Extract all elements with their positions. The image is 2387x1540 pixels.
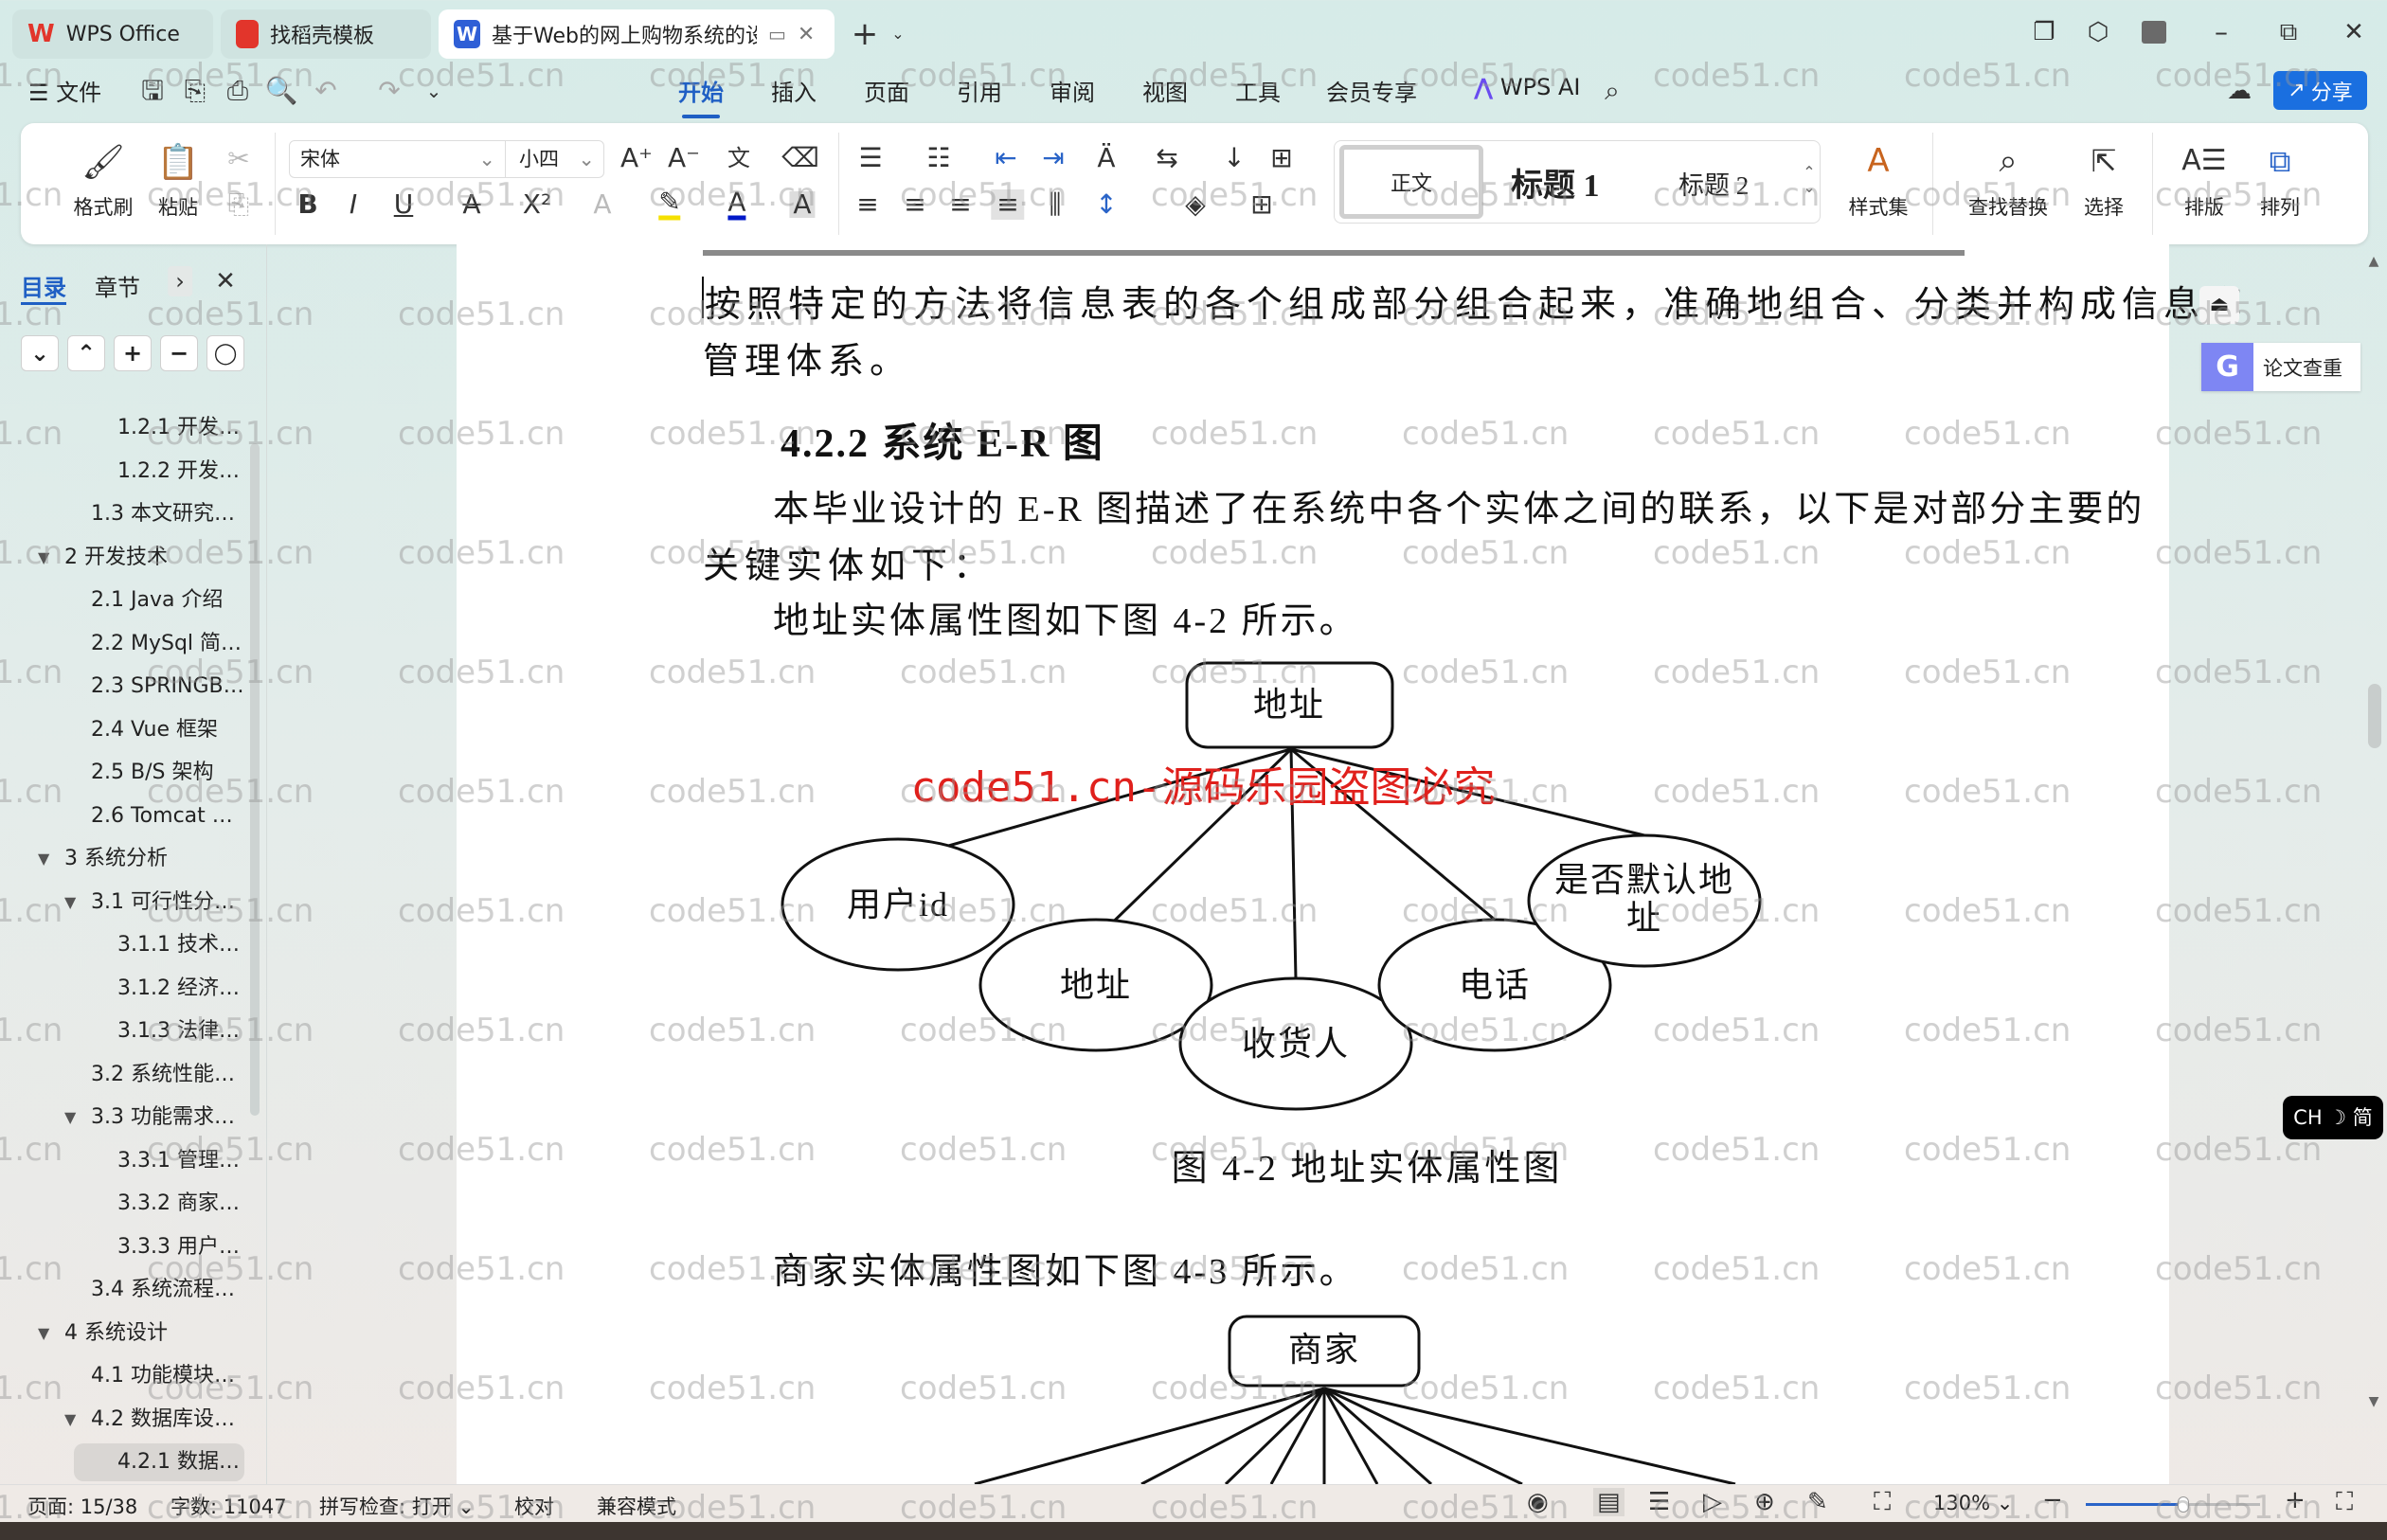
- er-label: 是否默认地址: [1554, 861, 1735, 937]
- outline-view-icon[interactable]: ☰: [1648, 1488, 1670, 1516]
- zoom-level-select[interactable]: 130% ⌄: [1933, 1492, 2013, 1514]
- zoom-slider[interactable]: [2086, 1496, 2260, 1513]
- proofread-button[interactable]: 校对: [514, 1492, 554, 1520]
- word-count[interactable]: 字数: 11047: [170, 1492, 287, 1520]
- pen-icon[interactable]: ✎: [1807, 1488, 1828, 1516]
- fit-page-icon[interactable]: ⛶: [1874, 1488, 1891, 1517]
- web-view-icon[interactable]: ⊕: [1754, 1488, 1775, 1516]
- paragraph-line[interactable]: 商家实体属性图如下图 4-3 所示。: [773, 1242, 1358, 1294]
- plagiarism-check-label: 论文查重: [2263, 356, 2342, 380]
- copyright-stamp: code51.cn-源码乐园盗图必究: [910, 763, 1496, 812]
- zoom-slider-thumb[interactable]: [2178, 1496, 2190, 1513]
- scroll-top-icon[interactable]: ▲: [2369, 255, 2379, 268]
- er-label: 商家: [1287, 1331, 1360, 1369]
- plagiarism-check-button[interactable]: G 论文查重: [2201, 343, 2360, 391]
- relation-line: [1323, 1387, 1432, 1484]
- er-label: 地址: [1059, 966, 1132, 1004]
- page-view-icon[interactable]: ▤: [1593, 1488, 1624, 1516]
- scroll-down-icon[interactable]: ▼: [2369, 1395, 2379, 1408]
- er-label: 电话: [1458, 966, 1531, 1004]
- er-label: 用户id: [846, 886, 949, 923]
- zoom-out-icon[interactable]: −: [2042, 1486, 2063, 1514]
- zoom-slider-fill: [2086, 1503, 2184, 1506]
- eye-protection-icon[interactable]: ◉: [1527, 1488, 1549, 1516]
- figure-caption: 图 4-2 地址实体属性图: [1171, 1149, 1563, 1189]
- relation-line: [1323, 1387, 1736, 1484]
- page-count[interactable]: 页面: 15/38: [27, 1492, 137, 1520]
- zoom-level: 130%: [1933, 1492, 1991, 1514]
- taskbar: [0, 1522, 2387, 1540]
- play-icon[interactable]: ▷: [1703, 1488, 1722, 1516]
- relation-line: [974, 1387, 1325, 1484]
- page-scrollbar-thumb[interactable]: [2368, 684, 2381, 748]
- fullscreen-icon[interactable]: ⛶: [2336, 1488, 2353, 1517]
- er-label: 地址: [1252, 686, 1325, 724]
- collapse-panel-button[interactable]: ⏏: [2199, 286, 2239, 324]
- zoom-in-icon[interactable]: +: [2285, 1486, 2306, 1514]
- er-label: 收货人: [1241, 1025, 1350, 1063]
- spell-check-toggle[interactable]: 拼写检查: 打开 ⌄: [319, 1492, 475, 1520]
- relation-line: [1323, 1387, 1523, 1484]
- compat-mode: 兼容模式: [597, 1495, 676, 1518]
- spell-check-label: 拼写检查: 打开: [319, 1495, 452, 1518]
- plagiarism-check-icon: G: [2201, 343, 2253, 391]
- eject-icon: ⏏: [2209, 293, 2230, 316]
- ime-indicator[interactable]: CH ☽ 简: [2283, 1096, 2383, 1139]
